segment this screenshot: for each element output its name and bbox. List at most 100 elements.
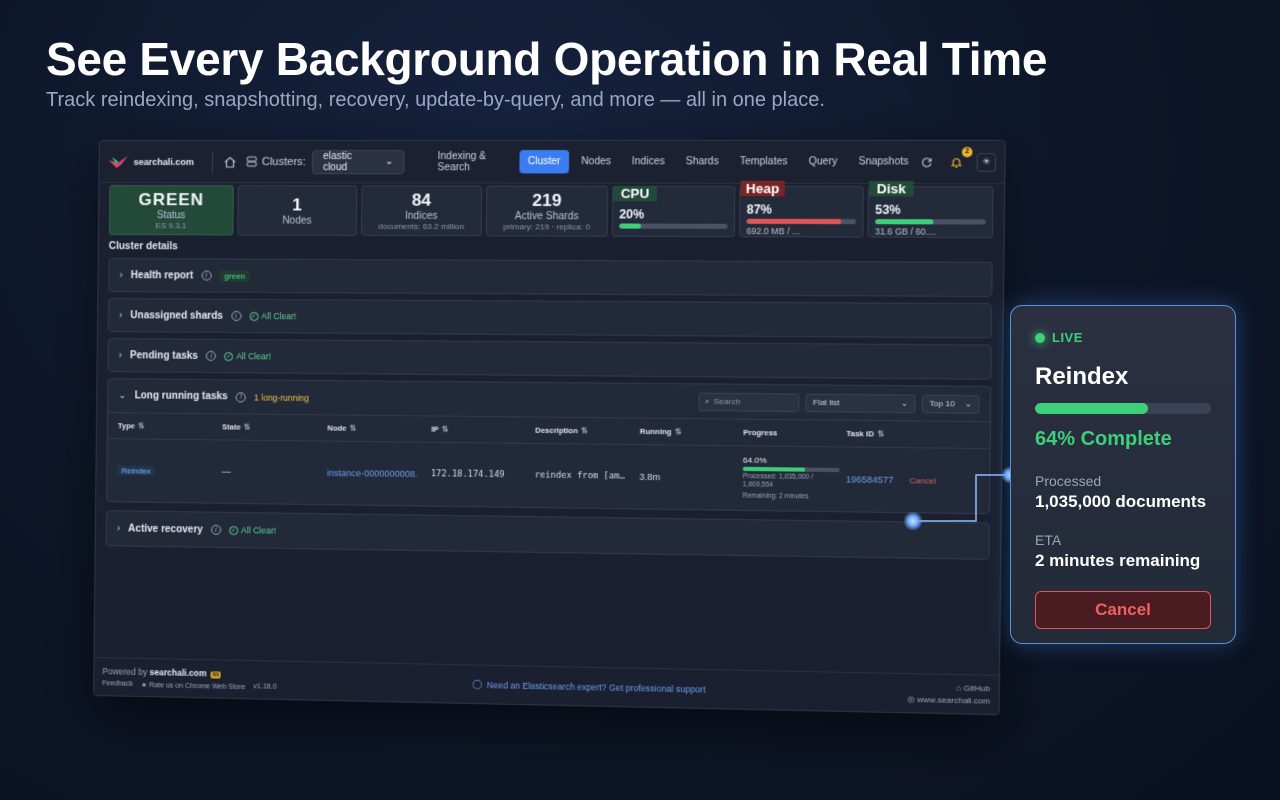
column-state[interactable]: State ⇅ [222,422,327,432]
nav-templates[interactable]: Templates [731,150,796,174]
cell-node-link[interactable]: instance-0000000008. [327,468,431,479]
cell-type: Reindex [117,465,221,477]
progress-processed: Processed: 1,035,000 / 1,609,554 [742,472,814,490]
panel-active-recovery[interactable]: › Active recovery i ✓ All Clear! [105,510,990,560]
cancel-task-button[interactable]: Cancel [909,476,936,486]
view-mode-value: Flat list [812,397,840,408]
panel-title: Unassigned shards [130,309,224,322]
stat-indices-label: Indices [404,210,438,222]
live-task-card: LIVE Reindex 64% Complete Processed 1,03… [1010,305,1236,644]
refresh-icon[interactable] [917,153,936,172]
linkedin-icon[interactable]: in [210,670,221,679]
column-progress-label: Progress [743,427,778,438]
panel-health-report[interactable]: › Health report i green [108,258,993,298]
nav-snapshots[interactable]: Snapshots [850,150,917,174]
chevron-down-icon: ⌄ [900,398,909,408]
nav-nodes[interactable]: Nodes [573,150,620,173]
github-link[interactable]: ⌂ GitHub [956,683,990,693]
info-icon[interactable]: i [210,524,222,535]
column-task-id[interactable]: Task ID ⇅ [846,429,910,439]
website-link[interactable]: ◎ www.searchali.com [907,695,990,706]
notification-badge: 2 [961,146,973,157]
github-icon: ⌂ [956,683,962,693]
column-description[interactable]: Description ⇅ [535,426,640,436]
panel-title: Active recovery [128,522,203,536]
live-indicator-icon [1035,332,1045,343]
bell-icon[interactable]: 2 [947,146,973,172]
column-type-label: Type [117,421,135,431]
footer: Powered by searchali.com in Feedback ★ Ra… [94,656,999,715]
info-icon[interactable]: i [235,391,246,402]
stat-nodes[interactable]: 1 Nodes [237,185,358,236]
sort-icon: ⇅ [674,427,682,437]
stat-shards[interactable]: 219 Active Shards primary: 219 · replica… [485,185,609,237]
column-running[interactable]: Running ⇅ [640,427,743,437]
connector-dot [903,511,923,531]
processed-value: 1,035,000 documents [1035,492,1207,511]
column-task-id-label: Task ID [846,428,875,439]
panel-unassigned-shards[interactable]: › Unassigned shards i ✓ All Clear! [107,298,993,339]
column-node[interactable]: Node ⇅ [327,423,431,433]
info-icon[interactable]: i [201,270,212,281]
brand-name: searchali.com [133,156,194,167]
chevron-right-icon: › [118,309,123,321]
stat-indices[interactable]: 84 Indices documents: 63.2 million [360,185,483,237]
live-cancel-button[interactable]: Cancel [1035,591,1211,629]
cell-task-id-link[interactable]: 196584577 [846,474,910,485]
live-task-title: Reindex [1035,363,1129,390]
stat-shards-value: 219 [532,190,562,211]
live-progress-bar [1035,403,1211,414]
sort-icon: ⇅ [349,423,356,433]
feedback-link[interactable]: Feedback [102,680,133,688]
gauge-cpu: CPU 20% [611,185,736,238]
nav-query[interactable]: Query [800,150,846,174]
column-actions [910,434,990,435]
divider [211,150,214,173]
stat-shards-label: Active Shards [514,211,579,223]
footer-brand-link[interactable]: searchali.com [150,667,207,678]
gauge-disk-label: Disk [868,180,914,197]
gauge-disk-bar [875,219,986,225]
gauge-heap: Heap 87% 692.0 MB / ... [738,180,864,238]
limit-select[interactable]: Top 10 ⌄ [921,394,980,414]
sort-icon: ⇅ [877,429,884,439]
gauge-heap-bar [746,218,857,225]
topbar-actions: 2 ☀ [917,146,997,172]
task-search-input[interactable]: ⌕ Search [698,392,800,412]
stat-status-version: ES 9.3.1 [155,221,187,231]
status-text: All Clear! [236,351,272,362]
hero-title: See Every Background Operation in Real T… [46,33,1048,85]
brand-logo[interactable]: searchali.com [108,153,194,169]
theme-toggle-sun-icon[interactable]: ☀ [976,152,997,172]
column-type[interactable]: Type ⇅ [118,421,222,431]
nav-indices[interactable]: Indices [623,150,673,174]
stat-shards-detail: primary: 219 · replica: 0 [503,222,591,232]
progress-percent: 64.0% [742,455,767,465]
search-placeholder: Search [713,396,741,407]
gauge-heap-label: Heap [740,180,785,197]
nav-indexing-search[interactable]: Indexing & Search [429,144,515,179]
support-link[interactable]: ◯ Need an Elasticsearch expert? Get prof… [472,679,705,695]
progress-fill [742,466,805,472]
info-icon[interactable]: i [205,350,217,361]
task-tools: ⌕ Search Flat list ⌄ Top 10 ⌄ [698,392,980,414]
sort-icon: ⇅ [441,424,449,434]
info-icon[interactable]: i [231,310,242,321]
panel-title: Long running tasks [134,390,228,403]
chevron-right-icon: › [119,269,123,281]
view-mode-select[interactable]: Flat list ⌄ [805,393,916,413]
status-text: All Clear! [261,311,297,322]
home-icon[interactable] [221,153,239,171]
nav-cluster[interactable]: Cluster [519,150,569,174]
live-complete-text: 64% Complete [1035,428,1172,450]
rate-link[interactable]: ★ Rate us on Chrome Web Store [141,680,245,690]
nav-shards[interactable]: Shards [677,150,727,174]
column-ip[interactable]: IP ⇅ [431,425,535,435]
gauge-heap-fill [746,218,842,225]
server-icon [247,156,258,167]
cluster-select[interactable]: elastic cloud ⌄ [311,149,405,174]
panel-pending-tasks[interactable]: › Pending tasks i ✓ All Clear! [107,338,992,380]
column-running-label: Running [639,426,672,437]
check-circle-icon: ✓ [224,351,234,361]
eta-label: ETA [1035,532,1062,548]
